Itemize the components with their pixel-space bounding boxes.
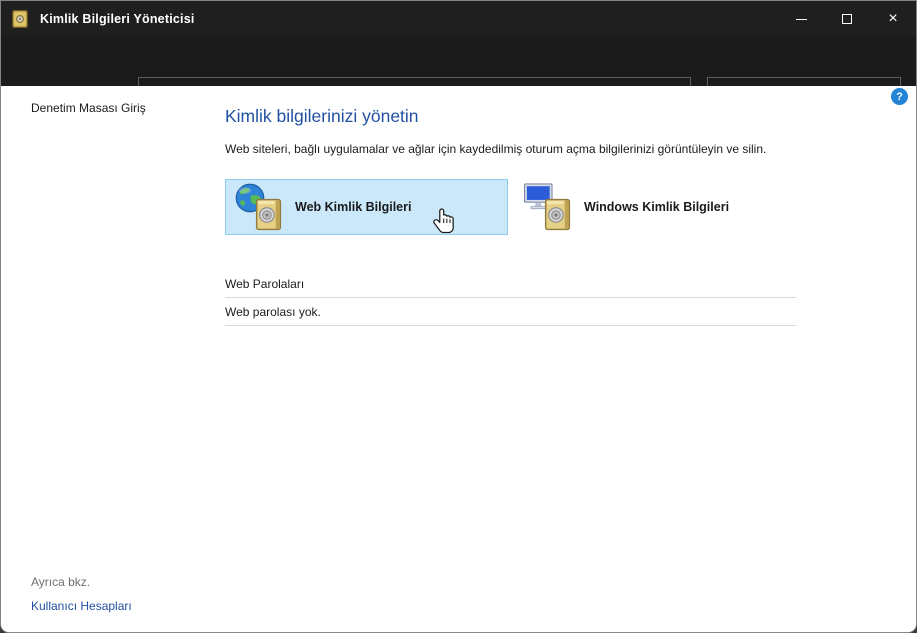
globe-safe-icon	[235, 183, 283, 231]
separator-line	[225, 325, 796, 326]
help-icon: ?	[896, 90, 903, 103]
page-title: Kimlik bilgilerinizi yönetin	[225, 106, 419, 126]
web-passwords-header: Web Parolaları	[225, 277, 305, 291]
web-credentials-button[interactable]: Web Kimlik Bilgileri	[225, 179, 508, 235]
web-passwords-empty-message: Web parolası yok.	[225, 305, 321, 319]
help-button[interactable]: ?	[891, 88, 908, 105]
web-credentials-label: Web Kimlik Bilgileri	[295, 200, 412, 214]
vault-icon	[12, 10, 28, 28]
minimize-button[interactable]	[778, 1, 824, 37]
title-bar: Kimlik Bilgileri Yöneticisi ×	[1, 1, 916, 37]
sidebar-item-control-panel-home[interactable]: Denetim Masası Giriş	[31, 101, 146, 115]
windows-credentials-button[interactable]: Windows Kimlik Bilgileri	[514, 179, 797, 235]
main-panel: Kimlik bilgilerinizi yönetin Web siteler…	[225, 106, 801, 326]
close-button[interactable]: ×	[870, 1, 916, 37]
credential-type-tiles: Web Kimlik Bilgileri Windows Kimlik Bilg…	[225, 179, 801, 235]
close-icon: ×	[888, 10, 898, 27]
page-description: Web siteleri, bağlı uygulamalar ve ağlar…	[225, 142, 767, 156]
monitor-safe-icon	[524, 183, 572, 231]
content-area: Denetim Masası Giriş ? Kimlik bilgilerin…	[1, 86, 916, 632]
navigation-bar: ← → ↑ › Denetim Masası › Kullanıcı Hesap…	[1, 37, 916, 111]
sidebar-item-user-accounts[interactable]: Kullanıcı Hesapları	[31, 599, 132, 613]
credential-manager-window: Kimlik Bilgileri Yöneticisi × ← → ↑ › De…	[0, 0, 917, 633]
cursor-hand-icon	[433, 208, 454, 234]
windows-credentials-label: Windows Kimlik Bilgileri	[584, 200, 730, 214]
window-title: Kimlik Bilgileri Yöneticisi	[40, 12, 195, 26]
maximize-icon	[842, 14, 852, 24]
maximize-button[interactable]	[824, 1, 870, 37]
minimize-icon	[795, 18, 807, 20]
see-also-heading: Ayrıca bkz.	[31, 575, 91, 589]
web-passwords-section: Web Parolaları Web parolası yok.	[225, 277, 796, 326]
